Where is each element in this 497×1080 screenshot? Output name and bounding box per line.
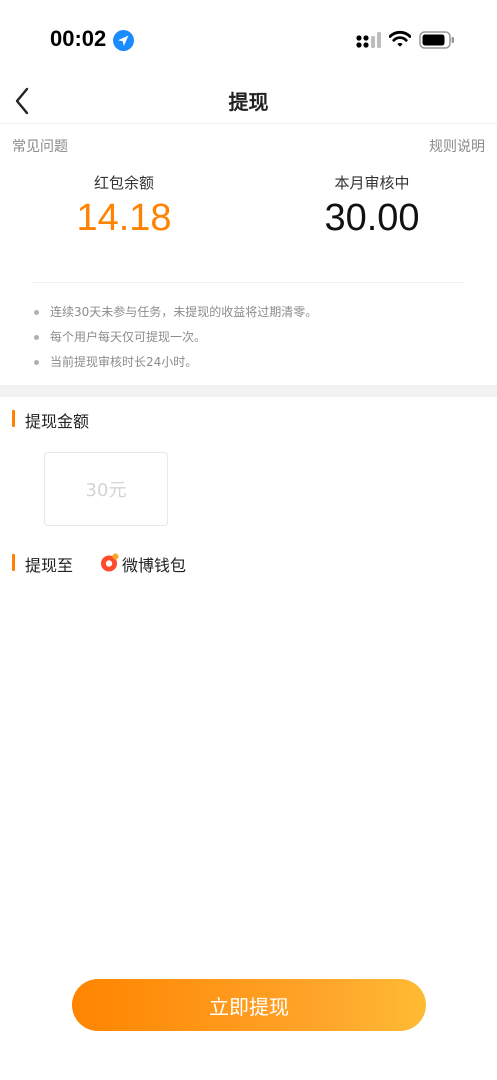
amount-section-title: 提现金额 (25, 412, 90, 431)
help-links: 常见问题 规则说明 (12, 136, 485, 156)
reviewing-amount-label: 本月审核中 (334, 174, 410, 192)
faq-link[interactable]: 常见问题 (12, 136, 68, 156)
status-time: 00:02 (50, 26, 107, 51)
weibo-wallet-icon (101, 553, 119, 572)
withdraw-page: 00:02 提现 常见问题 规则说明 红包余额 14.18 本月审核中 30.0… (0, 0, 497, 1080)
page-title: 提现 (228, 90, 269, 114)
status-bar: 00:02 (0, 0, 497, 80)
wallet-label: 微博钱包 (122, 556, 187, 575)
rules-link[interactable]: 规则说明 (429, 136, 485, 156)
destination-section-title: 提现至 (25, 556, 74, 575)
red-packet-balance-value: 14.18 (76, 197, 172, 239)
note-item: 每个用户每天仅可提现一次。 (32, 325, 477, 350)
note-item: 当前提现审核时长24小时。 (32, 350, 477, 375)
withdraw-now-button[interactable]: 立即提现 (72, 979, 426, 1031)
withdraw-notes: 连续30天未参与任务，未提现的收益将过期清零。 每个用户每天仅可提现一次。 当前… (32, 300, 477, 375)
nav-bar: 提现 (0, 80, 497, 124)
reviewing-amount-value: 30.00 (324, 197, 420, 239)
location-arrow-icon (113, 30, 134, 51)
note-item: 连续30天未参与任务，未提现的收益将过期清零。 (32, 300, 477, 325)
reviewing-amount: 本月审核中 30.00 (262, 172, 482, 240)
cellular-signal-icon (356, 32, 381, 48)
section-accent-bar (12, 554, 15, 571)
divider (32, 282, 465, 283)
battery-icon (419, 31, 454, 49)
amount-option-30[interactable]: 30元 (44, 452, 168, 526)
section-accent-bar (12, 410, 15, 427)
red-packet-balance-label: 红包余额 (93, 174, 154, 192)
red-packet-balance: 红包余额 14.18 (14, 172, 234, 240)
section-divider (0, 385, 497, 397)
wifi-icon (389, 30, 411, 47)
